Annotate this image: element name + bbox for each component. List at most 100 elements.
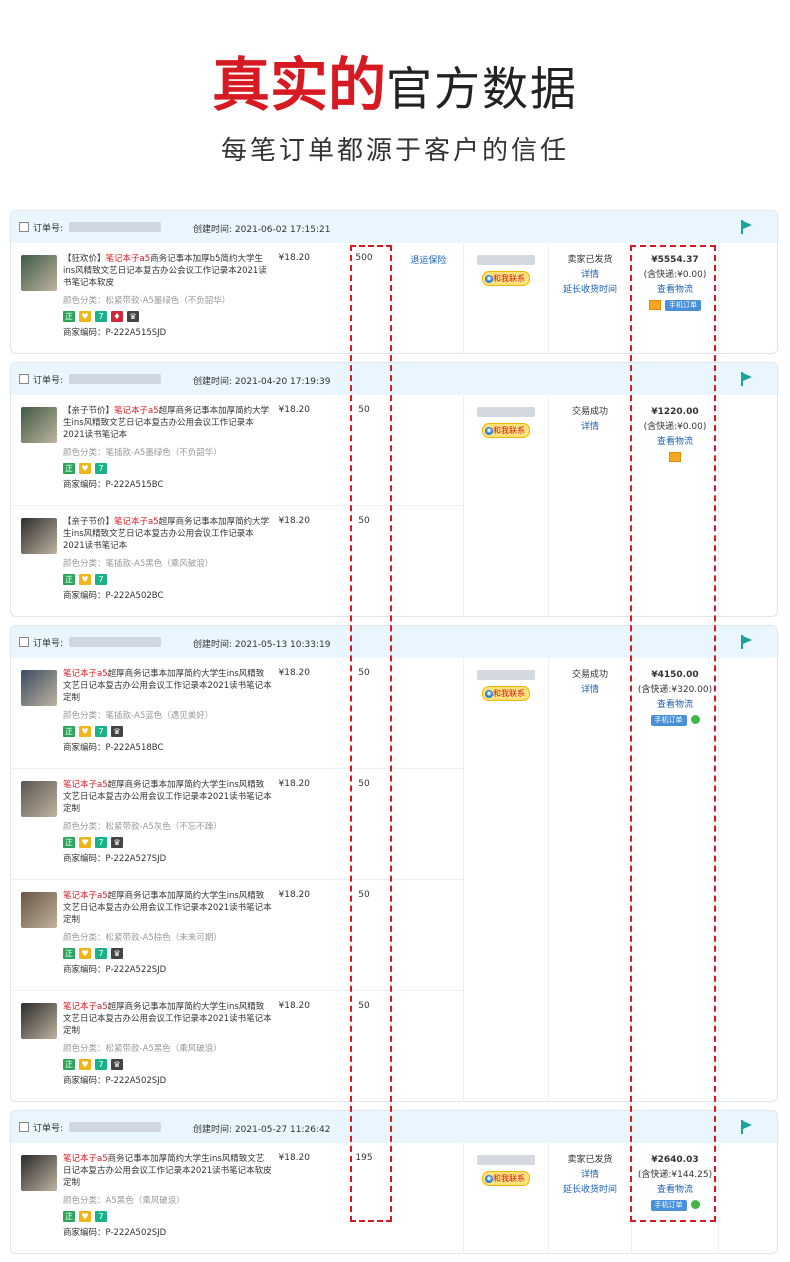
- contact-button[interactable]: ◉和我联系: [482, 686, 530, 701]
- item-row: 笔记本子a5商务记事本加厚简约大学生ins风精致文艺日记本复古办公用会议工作记录…: [11, 1143, 463, 1253]
- item-badges: 正 ♥ 7: [63, 574, 273, 585]
- seven-day-return-icon: 7: [95, 948, 107, 959]
- details-link[interactable]: 详情: [549, 1168, 631, 1183]
- contact-label: 和我联系: [493, 1174, 525, 1183]
- item-row: 【狂欢价】笔记本子a5商务记事本加厚b5简约大学生ins风精致文艺日记本复古办公…: [11, 243, 463, 353]
- contact-button[interactable]: ◉和我联系: [482, 423, 530, 438]
- item-sku: 颜色分类：笔插款-A5黑色（乘风破浪）: [63, 559, 214, 569]
- item-badges: 正 ♥ 7: [63, 463, 273, 474]
- item-merchant-code: 商家编码：P-222A527SJD: [63, 854, 167, 864]
- flag-icon[interactable]: [741, 1120, 753, 1134]
- product-thumbnail[interactable]: [21, 892, 57, 928]
- item-merchant-code: 商家编码：P-222A515BC: [63, 480, 164, 490]
- order-extra-cell: [719, 243, 777, 353]
- item-merchant-code: 商家编码：P-222A522SJD: [63, 965, 167, 975]
- buyer-name-masked: [477, 670, 535, 680]
- item-price: ¥18.20: [278, 668, 311, 678]
- gift-icon: ♥: [79, 726, 91, 737]
- item-service[interactable]: [394, 1143, 463, 1253]
- item-title[interactable]: 【狂欢价】笔记本子a5商务记事本加厚b5简约大学生ins风精致文艺日记本复古办公…: [63, 253, 273, 289]
- status-text: 交易成功: [571, 670, 608, 680]
- order-number-label: 订单号:: [33, 375, 64, 386]
- flag-icon[interactable]: [741, 372, 753, 386]
- item-merchant-code: 商家编码：P-222A515SJD: [63, 328, 167, 338]
- product-thumbnail[interactable]: [21, 255, 57, 291]
- item-title[interactable]: 笔记本子a5超厚商务记事本加厚简约大学生ins风精致文艺日记本复古办公用会议工作…: [63, 779, 273, 815]
- item-info: 笔记本子a5超厚商务记事本加厚简约大学生ins风精致文艺日记本复古办公用会议工作…: [63, 991, 273, 1101]
- item-title[interactable]: 笔记本子a5超厚商务记事本加厚简约大学生ins风精致文艺日记本复古办公用会议工作…: [63, 890, 273, 926]
- product-thumbnail[interactable]: [21, 670, 57, 706]
- item-sku: 颜色分类：松紧带款-A5棕色（未来可期）: [63, 933, 222, 943]
- item-promo-tag: 【亲子节价】: [63, 406, 115, 416]
- order-status: 卖家已发货 详情 延长收货时间: [549, 1143, 632, 1253]
- order-checkbox[interactable]: [19, 374, 29, 384]
- product-thumbnail[interactable]: [21, 518, 57, 554]
- extend-receipt-link[interactable]: 延长收货时间: [549, 283, 631, 298]
- gift-icon: ♥: [79, 311, 91, 322]
- extend-receipt-link[interactable]: 延长收货时间: [549, 1183, 631, 1198]
- item-row: 笔记本子a5超厚商务记事本加厚简约大学生ins风精致文艺日记本复古办公用会议工作…: [11, 990, 463, 1101]
- contact-button[interactable]: ◉和我联系: [482, 1171, 530, 1186]
- seven-day-return-icon: 7: [95, 311, 107, 322]
- created-time: 创建时间: 2021-05-27 11:26:42: [193, 1125, 331, 1135]
- item-service[interactable]: 退运保险: [394, 243, 463, 353]
- item-info: 【狂欢价】笔记本子a5商务记事本加厚b5简约大学生ins风精致文艺日记本复古办公…: [63, 243, 273, 353]
- details-link[interactable]: 详情: [549, 683, 631, 698]
- hero-banner: 真实的官方数据 每笔订单都源于客户的信任: [0, 50, 790, 170]
- item-service[interactable]: [394, 880, 463, 990]
- item-badges: 正 ♥ 7 ♛: [63, 726, 273, 737]
- order-checkbox[interactable]: [19, 222, 29, 232]
- product-thumbnail[interactable]: [21, 1003, 57, 1039]
- item-title[interactable]: 笔记本子a5商务记事本加厚简约大学生ins风精致文艺日记本复古办公用会议工作记录…: [63, 1153, 273, 1189]
- item-service[interactable]: [394, 658, 463, 768]
- authentic-icon: 正: [63, 463, 75, 474]
- item-service[interactable]: [394, 506, 463, 616]
- order-items: 【狂欢价】笔记本子a5商务记事本加厚b5简约大学生ins风精致文艺日记本复古办公…: [11, 243, 463, 353]
- order-number-masked: [69, 374, 162, 384]
- hero-title-red: 真实的: [211, 51, 386, 119]
- item-title[interactable]: 【亲子节价】笔记本子a5超厚商务记事本加厚简约大学生ins风精致文艺日记本复古办…: [63, 405, 273, 441]
- order-checkbox[interactable]: [19, 637, 29, 647]
- buyer-name-masked: [477, 255, 535, 265]
- product-thumbnail[interactable]: [21, 781, 57, 817]
- item-price: ¥18.20: [278, 1001, 311, 1011]
- item-keyword: 笔记本子a5: [63, 780, 108, 790]
- order-number-masked: [69, 637, 162, 647]
- authentic-icon: 正: [63, 726, 75, 737]
- details-link[interactable]: 详情: [549, 268, 631, 283]
- product-thumbnail[interactable]: [21, 1155, 57, 1191]
- crown-icon: ♛: [111, 1059, 123, 1070]
- product-thumbnail[interactable]: [21, 407, 57, 443]
- item-merchant-code: 商家编码：P-222A518BC: [63, 743, 164, 753]
- item-merchant-code: 商家编码：P-222A502SJD: [63, 1076, 167, 1086]
- order-status: 卖家已发货 详情 延长收货时间: [549, 243, 632, 353]
- gift-icon: ♥: [79, 1059, 91, 1070]
- item-title[interactable]: 【亲子节价】笔记本子a5超厚商务记事本加厚简约大学生ins风精致文艺日记本复古办…: [63, 516, 273, 552]
- order-checkbox[interactable]: [19, 1122, 29, 1132]
- crown-icon: ♛: [127, 311, 139, 322]
- created-time: 创建时间: 2021-05-13 10:33:19: [193, 640, 331, 650]
- item-sku: 颜色分类：松紧带款-A5黑色（乘风破浪）: [63, 1044, 222, 1054]
- item-row: 【亲子节价】笔记本子a5超厚商务记事本加厚简约大学生ins风精致文艺日记本复古办…: [11, 505, 463, 616]
- item-service[interactable]: [394, 991, 463, 1101]
- item-title[interactable]: 笔记本子a5超厚商务记事本加厚简约大学生ins风精致文艺日记本复古办公用会议工作…: [63, 668, 273, 704]
- details-link[interactable]: 详情: [549, 420, 631, 435]
- gift-icon: ♥: [79, 837, 91, 848]
- item-sku: 颜色分类：松紧带款-A5墨绿色（不负韶华）: [63, 296, 231, 306]
- order-number-label: 订单号:: [33, 223, 64, 234]
- flag-icon[interactable]: [741, 635, 753, 649]
- item-keyword: 笔记本子a5: [105, 254, 151, 264]
- item-keyword: 笔记本子a5: [114, 517, 159, 527]
- item-service[interactable]: [394, 769, 463, 879]
- authentic-icon: 正: [63, 1211, 75, 1222]
- contact-button[interactable]: ◉和我联系: [482, 271, 530, 286]
- flag-icon[interactable]: [741, 220, 753, 234]
- contact-label: 和我联系: [493, 426, 525, 435]
- gift-icon: ♥: [79, 1211, 91, 1222]
- buyer-name-masked: [477, 407, 535, 417]
- hero-title-black: 官方数据: [386, 62, 578, 116]
- item-title[interactable]: 笔记本子a5超厚商务记事本加厚简约大学生ins风精致文艺日记本复古办公用会议工作…: [63, 1001, 273, 1037]
- item-price: ¥18.20: [278, 253, 311, 263]
- item-service[interactable]: [394, 395, 463, 505]
- seven-day-return-icon: 7: [95, 837, 107, 848]
